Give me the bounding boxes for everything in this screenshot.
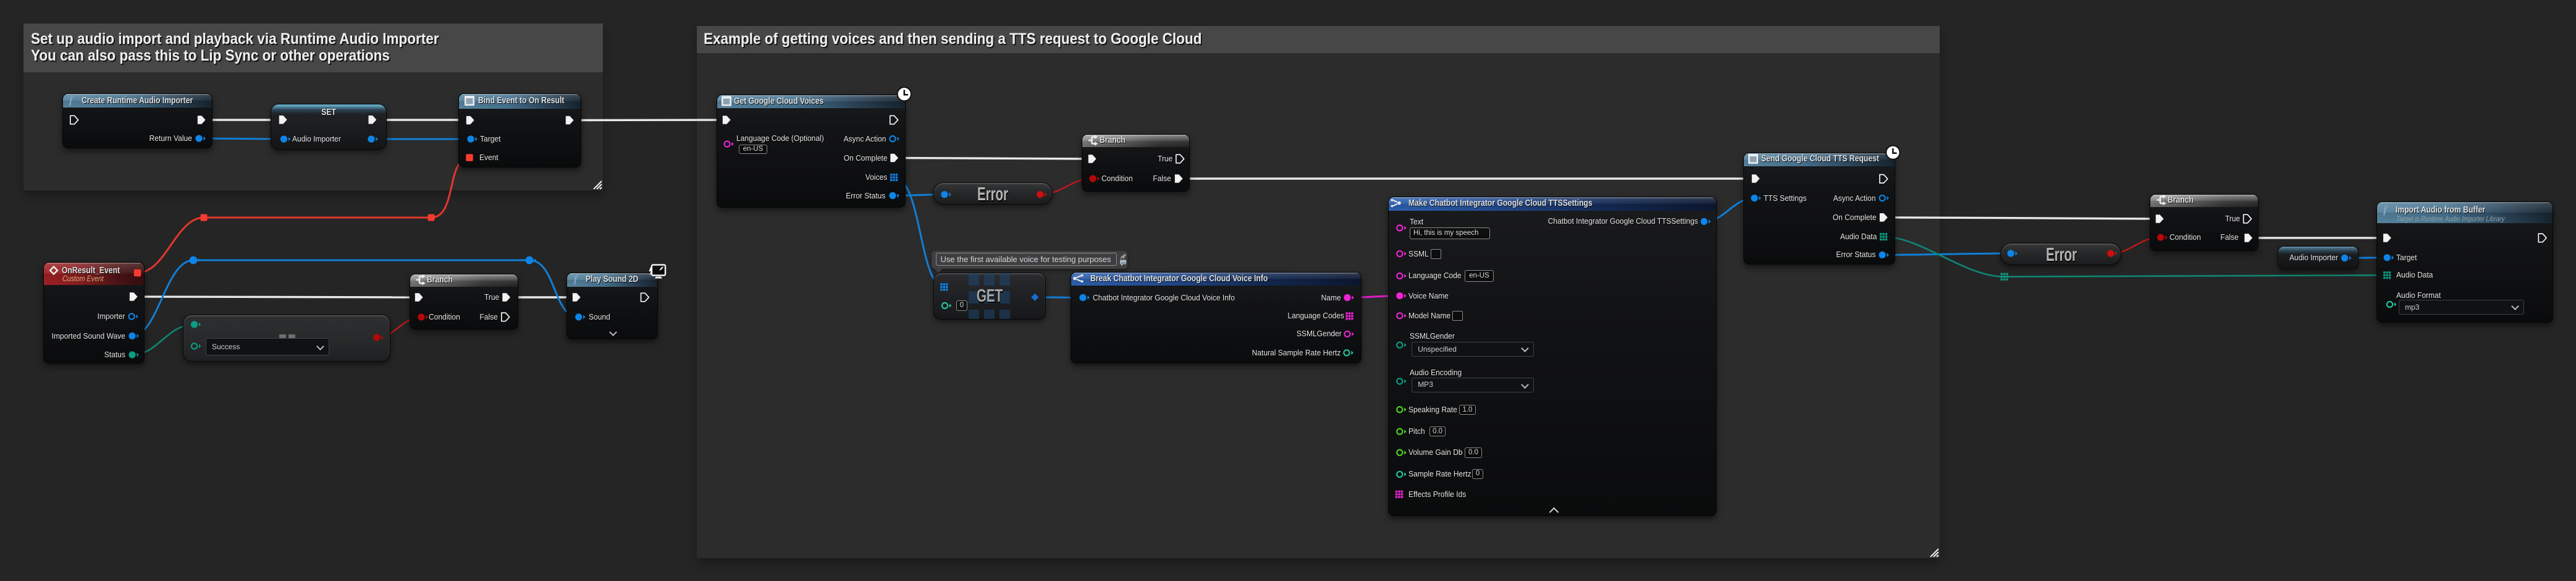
svg-text:f: f	[69, 95, 74, 106]
svg-text:f: f	[574, 273, 579, 285]
svg-text:f: f	[2383, 204, 2388, 216]
